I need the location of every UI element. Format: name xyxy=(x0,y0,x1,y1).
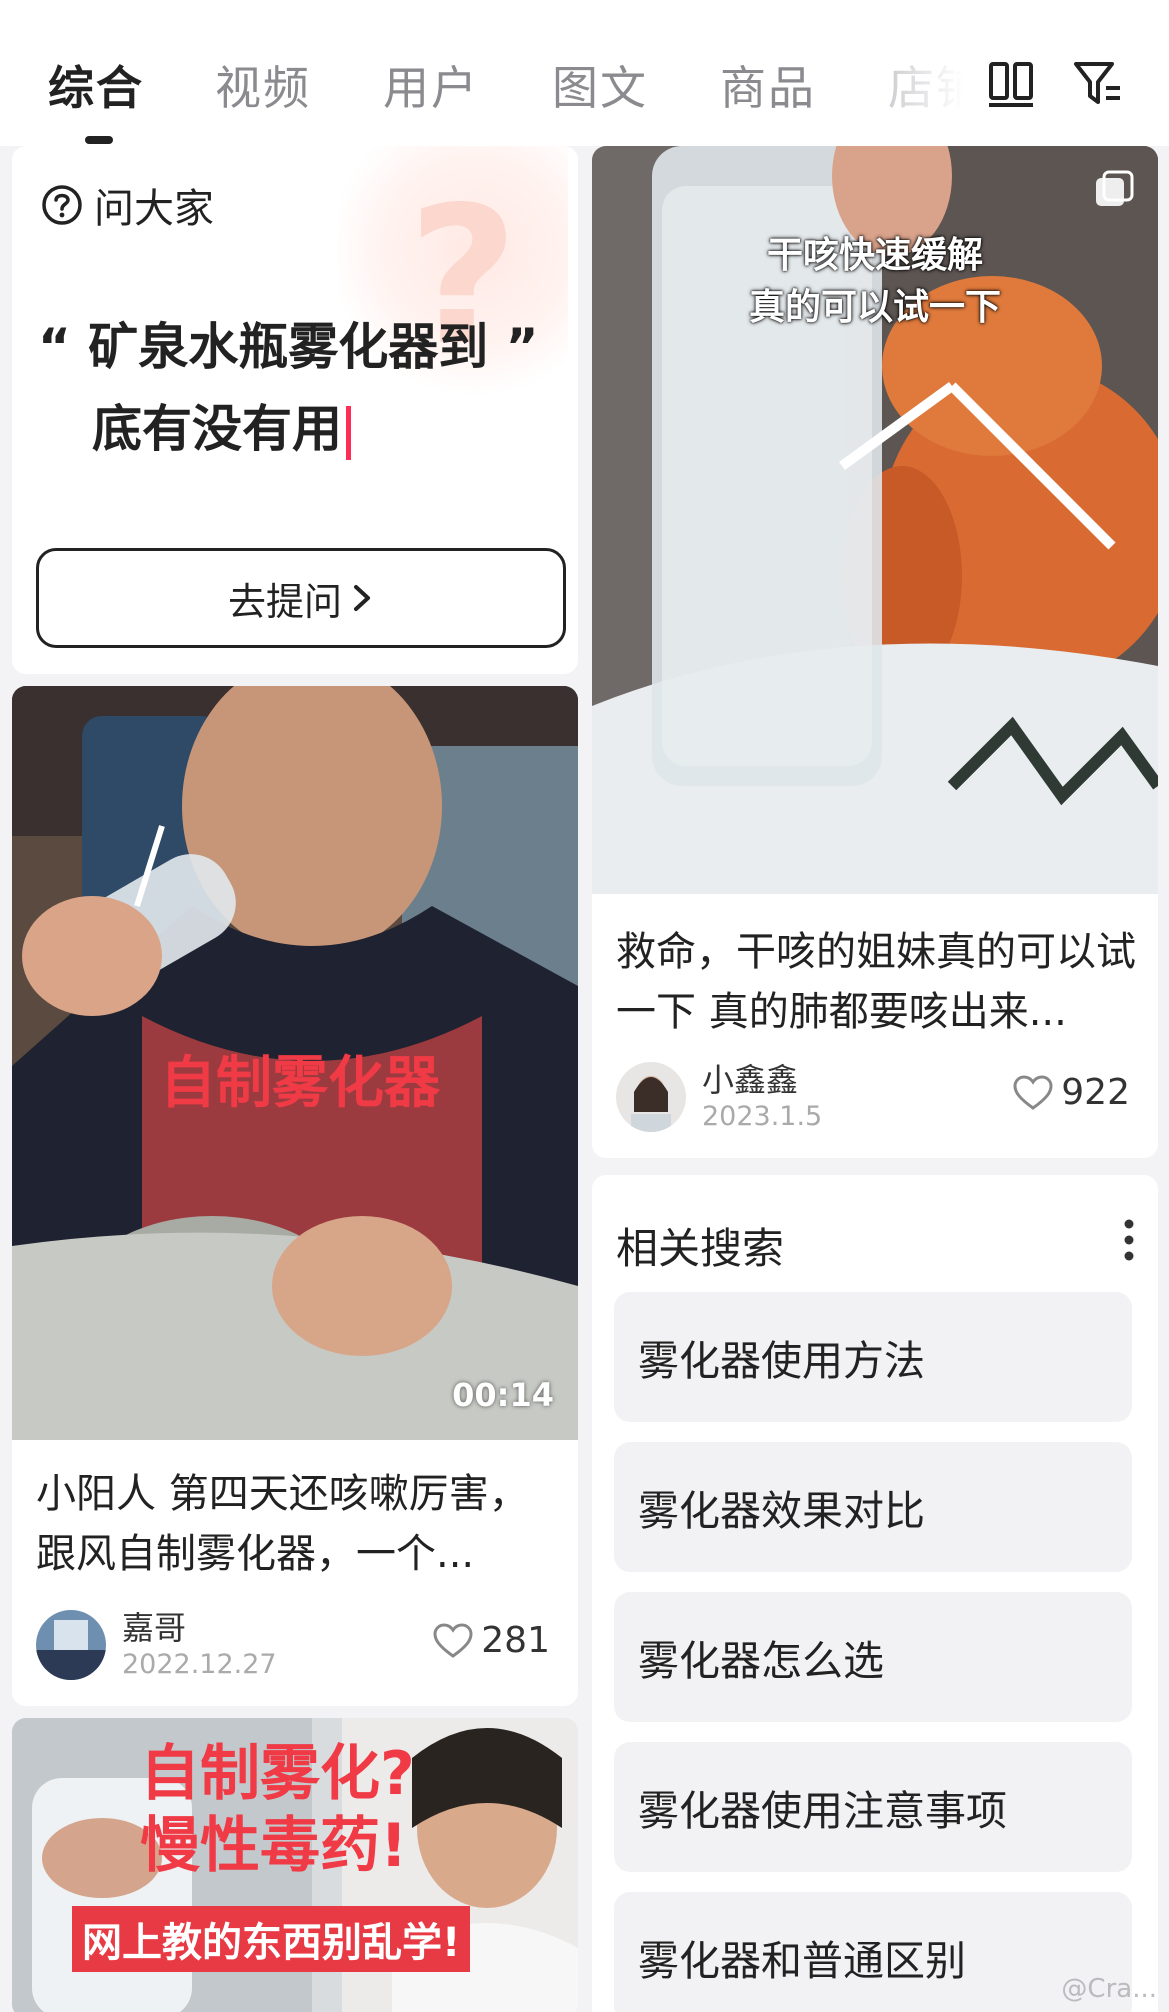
ask-header: 问大家 xyxy=(40,176,214,234)
overlay-line1: 干咳快速缓解 xyxy=(766,235,983,276)
ask-question-button-label: 去提问 xyxy=(227,579,342,624)
post-date: 2023.1.5 xyxy=(702,1101,823,1132)
chevron-right-icon xyxy=(354,585,370,611)
tab-general[interactable]: 综合 xyxy=(48,52,144,118)
ask-title-line2-wrap: 底有没有用 xyxy=(38,388,558,470)
post-meta: 嘉哥 2022.12.27 xyxy=(36,1608,277,1682)
tab-video[interactable]: 视频 xyxy=(215,52,311,118)
video-overlay-text: 自制雾化器 xyxy=(160,1051,440,1116)
heart-icon xyxy=(1013,1074,1053,1110)
ask-everyone-card[interactable]: ? 问大家 “ 矿泉水瓶雾化器到 ” 底有没有用 去提问 xyxy=(12,146,578,674)
tab-image-text[interactable]: 图文 xyxy=(552,52,648,118)
post-card[interactable]: 干咳快速缓解 真的可以试一下 救命，干咳的姐妹真的可以试一下 真的肺都要咳出来.… xyxy=(592,146,1158,1158)
overlay-line2: 真的可以试一下 xyxy=(748,287,1001,328)
tab-fade xyxy=(880,40,1000,130)
video-overlay-headline: 自制雾化? 慢性毒药! xyxy=(140,1738,415,1882)
watermark: @Cra... xyxy=(1061,1974,1157,2004)
post-card[interactable]: 自制雾化? 慢性毒药! 网上教的东西别乱学! xyxy=(12,1718,578,2012)
like-count: 922 xyxy=(1061,1072,1130,1113)
author-name[interactable]: 嘉哥 xyxy=(122,1608,277,1648)
like-button[interactable]: 922 xyxy=(1013,1072,1130,1113)
avatar[interactable] xyxy=(36,1610,106,1680)
overlay-line2: 慢性毒药! xyxy=(140,1811,408,1881)
related-search-item[interactable]: 雾化器使用方法 xyxy=(614,1292,1132,1422)
author-name[interactable]: 小鑫鑫 xyxy=(702,1060,822,1100)
related-search-item[interactable]: 雾化器使用注意事项 xyxy=(614,1742,1132,1872)
question-circle-icon xyxy=(42,185,82,225)
heart-icon xyxy=(433,1622,473,1658)
more-options-icon[interactable] xyxy=(1122,1217,1136,1263)
image-overlay-text: 干咳快速缓解 真的可以试一下 xyxy=(592,230,1158,334)
text-cursor xyxy=(346,405,351,460)
post-title: 救命，干咳的姐妹真的可以试一下 真的肺都要咳出来... xyxy=(616,929,1136,1035)
tab-bar: 综合 视频 用户 图文 商品 店铺 xyxy=(0,0,1169,146)
related-searches-card: 相关搜索 雾化器使用方法 雾化器效果对比 雾化器怎么选 雾化器使用注意事项 雾化… xyxy=(592,1175,1158,2012)
related-searches-title: 相关搜索 xyxy=(616,1224,785,1273)
video-duration: 00:14 xyxy=(452,1376,554,1414)
ask-question-button[interactable]: 去提问 xyxy=(36,548,566,648)
post-card[interactable]: 自制雾化器 00:14 小阳人 第四天还咳嗽厉害，跟风自制雾化器，一个... 嘉… xyxy=(12,686,578,1706)
video-overlay-caption: 网上教的东西别乱学! xyxy=(72,1906,471,1972)
related-search-item[interactable]: 雾化器怎么选 xyxy=(614,1592,1132,1722)
overlay-line1: 自制雾化? xyxy=(140,1739,415,1809)
double-column-icon[interactable] xyxy=(985,58,1037,110)
related-search-item[interactable]: 雾化器效果对比 xyxy=(614,1442,1132,1572)
avatar[interactable] xyxy=(616,1062,686,1132)
ask-question-text: “ 矿泉水瓶雾化器到 ” 底有没有用 xyxy=(38,306,558,470)
like-count: 281 xyxy=(481,1620,550,1661)
related-search-item[interactable]: 雾化器和普通区别 xyxy=(614,1892,1132,2012)
tab-products[interactable]: 商品 xyxy=(720,52,816,118)
post-meta: 小鑫鑫 2023.1.5 xyxy=(616,1060,822,1134)
ask-title-line2: 底有没有用 xyxy=(92,400,342,458)
active-tab-indicator xyxy=(85,136,113,144)
like-button[interactable]: 281 xyxy=(433,1620,550,1661)
ask-header-label: 问大家 xyxy=(94,186,214,232)
multi-image-icon xyxy=(1096,170,1134,206)
post-date: 2022.12.27 xyxy=(122,1649,277,1680)
filter-icon[interactable] xyxy=(1072,58,1124,110)
ask-title-line1: “ 矿泉水瓶雾化器到 ” xyxy=(38,318,539,376)
post-title: 小阳人 第四天还咳嗽厉害，跟风自制雾化器，一个... xyxy=(36,1471,529,1577)
tab-users[interactable]: 用户 xyxy=(383,52,479,118)
